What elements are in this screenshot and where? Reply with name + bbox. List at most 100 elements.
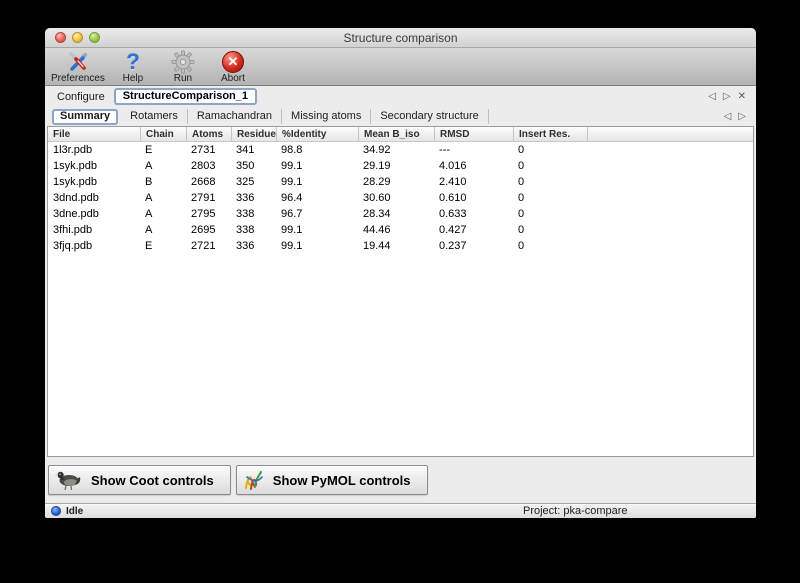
column-header-insert-res[interactable]: Insert Res.	[513, 127, 587, 141]
tab-secondary-structure[interactable]: Secondary structure	[371, 109, 488, 124]
cell-identity: 99.1	[276, 240, 358, 252]
cell-rmsd: 0.610	[434, 192, 513, 204]
close-window-button[interactable]	[55, 32, 66, 43]
cell-residues: 350	[231, 160, 276, 172]
cell-chain: E	[140, 144, 186, 156]
cell-rmsd: ---	[434, 144, 513, 156]
toolbar-label: Abort	[221, 74, 245, 84]
cell-mean-b-iso: 28.29	[358, 176, 434, 188]
cell-chain: B	[140, 176, 186, 188]
cell-rmsd: 0.237	[434, 240, 513, 252]
cell-insert-res: 0	[513, 192, 587, 204]
cell-atoms: 2795	[186, 208, 231, 220]
statusbar: Idle Project: pka-compare	[45, 503, 756, 518]
cell-atoms: 2695	[186, 224, 231, 236]
column-header-file[interactable]: File	[48, 127, 140, 141]
cell-identity: 99.1	[276, 224, 358, 236]
cell-insert-res: 0	[513, 240, 587, 252]
cell-residues: 336	[231, 240, 276, 252]
tab-configure[interactable]: Configure	[57, 91, 105, 103]
tab-scroll-right-icon[interactable]: ▷	[723, 92, 731, 102]
subtab-scroll-left-icon[interactable]: ◁	[724, 112, 732, 122]
minimize-window-button[interactable]	[72, 32, 83, 43]
table-row[interactable]: 3dnd.pdb A 2791 336 96.4 30.60 0.610 0	[48, 190, 753, 206]
cell-chain: A	[140, 160, 186, 172]
tab-ramachandran[interactable]: Ramachandran	[188, 109, 282, 124]
run-button[interactable]: Run	[161, 49, 205, 84]
cell-chain: E	[140, 240, 186, 252]
cell-chain: A	[140, 224, 186, 236]
cell-file: 3fjq.pdb	[48, 240, 140, 252]
cell-identity: 96.7	[276, 208, 358, 220]
structure-comparison-window: Structure comparison Preferences ? Help	[45, 28, 756, 518]
cell-rmsd: 4.016	[434, 160, 513, 172]
table-row[interactable]: 1syk.pdb B 2668 325 99.1 28.29 2.410 0	[48, 174, 753, 190]
status-indicator-icon	[51, 506, 61, 516]
toolbar-label: Run	[174, 74, 192, 84]
pymol-ribbon-icon	[242, 468, 266, 492]
subtab-nav: ◁ ▷	[724, 112, 754, 122]
cell-residues: 325	[231, 176, 276, 188]
table-row[interactable]: 1l3r.pdb E 2731 341 98.8 34.92 --- 0	[48, 142, 753, 158]
toolbar-label: Help	[123, 74, 144, 84]
table-row[interactable]: 3fjq.pdb E 2721 336 99.1 19.44 0.237 0	[48, 238, 753, 254]
column-header-chain[interactable]: Chain	[140, 127, 186, 141]
column-header-atoms[interactable]: Atoms	[186, 127, 231, 141]
tab-close-icon[interactable]: ✕	[738, 92, 746, 102]
stop-icon: ✕	[219, 49, 247, 74]
cell-chain: A	[140, 192, 186, 204]
table-row[interactable]: 3dne.pdb A 2795 338 96.7 28.34 0.633 0	[48, 206, 753, 222]
tab-missing-atoms[interactable]: Missing atoms	[282, 109, 371, 124]
traffic-lights	[55, 32, 100, 43]
controls-button-row: Show Coot controls Show PyMOL controls	[47, 457, 754, 503]
table-row[interactable]: 1syk.pdb A 2803 350 99.1 29.19 4.016 0	[48, 158, 753, 174]
cell-rmsd: 0.633	[434, 208, 513, 220]
help-button[interactable]: ? Help	[111, 49, 155, 84]
project-label: Project: pka-compare	[523, 505, 628, 517]
cell-insert-res: 0	[513, 176, 587, 188]
column-header-residues[interactable]: Residues	[231, 127, 276, 141]
zoom-window-button[interactable]	[89, 32, 100, 43]
cell-file: 1syk.pdb	[48, 176, 140, 188]
titlebar[interactable]: Structure comparison	[45, 28, 756, 48]
cell-chain: A	[140, 208, 186, 220]
cell-atoms: 2731	[186, 144, 231, 156]
column-header-mean-b-iso[interactable]: Mean B_iso	[358, 127, 434, 141]
cell-atoms: 2668	[186, 176, 231, 188]
tab-nav: ◁ ▷ ✕	[708, 92, 754, 102]
cell-file: 3dnd.pdb	[48, 192, 140, 204]
column-header-identity[interactable]: %Identity	[276, 127, 358, 141]
show-pymol-controls-button[interactable]: Show PyMOL controls	[236, 465, 428, 495]
tab-summary[interactable]: Summary	[52, 109, 118, 125]
status-text: Idle	[66, 506, 83, 517]
table-row[interactable]: 3fhi.pdb A 2695 338 99.1 44.46 0.427 0	[48, 222, 753, 238]
tab-rotamers[interactable]: Rotamers	[121, 109, 188, 124]
cell-mean-b-iso: 34.92	[358, 144, 434, 156]
gear-icon	[169, 49, 197, 74]
cell-residues: 341	[231, 144, 276, 156]
cell-atoms: 2721	[186, 240, 231, 252]
cell-file: 3fhi.pdb	[48, 224, 140, 236]
cell-identity: 98.8	[276, 144, 358, 156]
cell-insert-res: 0	[513, 160, 587, 172]
cell-insert-res: 0	[513, 144, 587, 156]
table-header-row: File Chain Atoms Residues %Identity Mean…	[48, 127, 753, 142]
tab-scroll-left-icon[interactable]: ◁	[708, 92, 716, 102]
cell-file: 3dne.pdb	[48, 208, 140, 220]
column-header-rmsd[interactable]: RMSD	[434, 127, 513, 141]
cell-file: 1syk.pdb	[48, 160, 140, 172]
abort-button[interactable]: ✕ Abort	[211, 49, 255, 84]
cell-mean-b-iso: 28.34	[358, 208, 434, 220]
question-icon: ?	[119, 49, 147, 74]
subtab-scroll-right-icon[interactable]: ▷	[738, 112, 746, 122]
cell-identity: 96.4	[276, 192, 358, 204]
window-title: Structure comparison	[343, 31, 457, 45]
coot-bird-icon	[54, 469, 84, 491]
cell-identity: 99.1	[276, 160, 358, 172]
cell-residues: 336	[231, 192, 276, 204]
tab-structurecomparison-1[interactable]: StructureComparison_1	[114, 88, 257, 105]
preferences-button[interactable]: Preferences	[51, 49, 105, 84]
cell-residues: 338	[231, 224, 276, 236]
show-coot-controls-button[interactable]: Show Coot controls	[48, 465, 231, 495]
toolbar: Preferences ? Help	[45, 48, 756, 86]
